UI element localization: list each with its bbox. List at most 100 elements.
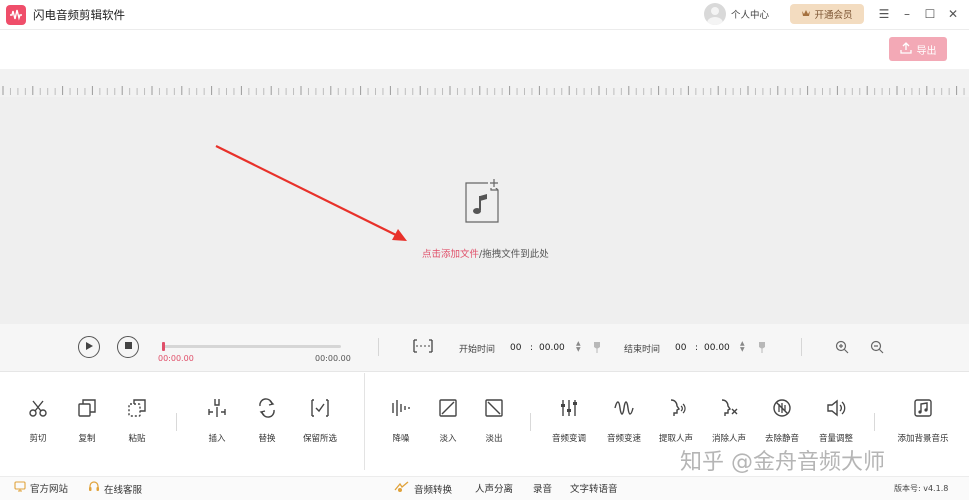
tool-label[interactable]: 淡出 xyxy=(485,432,502,444)
keep-selection-icon xyxy=(309,397,331,422)
record-label[interactable]: 录音 xyxy=(533,481,552,495)
website-icon xyxy=(14,481,26,495)
bg-music-icon xyxy=(912,397,934,422)
start-time-label: 开始时间 xyxy=(459,345,496,355)
fade-in-icon xyxy=(437,397,459,422)
tool-paste[interactable]: 粘贴 xyxy=(107,397,167,444)
start-minute-field[interactable]: 00 xyxy=(510,343,521,353)
zoom-out-icon[interactable] xyxy=(870,340,884,357)
copy-icon xyxy=(76,397,98,422)
start-second-field[interactable]: 00.00 xyxy=(539,343,565,353)
export-icon xyxy=(899,41,912,57)
paste-icon xyxy=(126,397,148,422)
watermark: 知乎 @金舟音频大师 xyxy=(680,450,885,475)
voice-separate-label[interactable]: 人声分离 xyxy=(475,481,513,495)
divider xyxy=(378,338,379,356)
insert-icon xyxy=(206,397,228,422)
tool-label[interactable]: 粘贴 xyxy=(128,432,145,444)
tool-label[interactable]: 音频变调 xyxy=(552,432,586,444)
tool-label[interactable]: 复制 xyxy=(78,432,95,444)
end-time-label: 结束时间 xyxy=(624,345,661,355)
tts-link[interactable]: 文字转语音 xyxy=(570,481,618,495)
tool-label[interactable]: 音量调整 xyxy=(819,432,853,444)
pitch-icon xyxy=(558,397,580,422)
divider xyxy=(874,413,875,431)
play-icon xyxy=(84,341,94,354)
tool-volume[interactable]: 音量调整 xyxy=(806,397,866,444)
end-minute-field[interactable]: 00 xyxy=(675,343,686,353)
tool-label[interactable]: 保留所选 xyxy=(303,432,337,444)
website-label[interactable]: 官方网站 xyxy=(30,481,68,495)
tool-label[interactable]: 替换 xyxy=(258,432,275,444)
tool-keep-selection[interactable]: 保留所选 xyxy=(290,397,350,444)
menu-icon[interactable]: ☰ xyxy=(876,6,892,22)
app-title: 闪电音频剪辑软件 xyxy=(33,8,125,22)
export-button[interactable]: 导出 xyxy=(889,37,947,61)
denoise-icon xyxy=(390,397,412,422)
vip-label[interactable]: 开通会员 xyxy=(814,7,852,21)
replace-icon xyxy=(256,397,278,422)
maximize-icon[interactable]: ☐ xyxy=(922,6,938,22)
app-logo-icon xyxy=(6,5,26,25)
record-link[interactable]: 录音 xyxy=(533,481,552,495)
tool-label[interactable]: 消除人声 xyxy=(712,432,746,444)
drop-hint: 点击添加文件/拖拽文件到此处 xyxy=(422,246,549,260)
tool-speed[interactable]: 音频变速 xyxy=(594,397,654,444)
divider xyxy=(176,413,177,431)
voice-separate-link[interactable]: 人声分离 xyxy=(475,481,513,495)
minimize-icon[interactable]: – xyxy=(899,6,915,22)
tool-label[interactable]: 音频变速 xyxy=(607,432,641,444)
tool-pitch[interactable]: 音频变调 xyxy=(539,397,599,444)
tool-remove-silence[interactable]: 去除静音 xyxy=(752,397,812,444)
user-center[interactable]: 个人中心 xyxy=(704,3,769,25)
scissors-icon xyxy=(27,397,49,422)
add-audio-file-icon[interactable] xyxy=(463,178,501,224)
extract-voice-icon xyxy=(665,397,687,422)
service-link[interactable]: 在线客服 xyxy=(88,481,142,496)
start-stepper[interactable]: ▲ ▼ xyxy=(576,341,581,353)
close-icon[interactable]: ✕ xyxy=(945,6,961,22)
tool-label[interactable]: 淡入 xyxy=(439,432,456,444)
fade-out-icon xyxy=(483,397,505,422)
end-pin-icon[interactable] xyxy=(758,341,766,356)
end-stepper[interactable]: ▲ ▼ xyxy=(740,341,745,353)
headset-icon xyxy=(88,481,100,496)
start-pin-icon[interactable] xyxy=(593,341,601,356)
tool-bg-music[interactable]: 添加背景音乐 xyxy=(893,397,953,444)
service-label[interactable]: 在线客服 xyxy=(104,482,142,496)
tts-label[interactable]: 文字转语音 xyxy=(570,481,618,495)
volume-icon xyxy=(825,397,847,422)
tool-label[interactable]: 降噪 xyxy=(392,432,409,444)
play-button[interactable] xyxy=(78,336,100,358)
drop-hint-rest: /拖拽文件到此处 xyxy=(479,249,549,260)
audio-convert-link[interactable]: 音频转换 xyxy=(394,481,452,496)
toolbar-panel-divider xyxy=(364,373,365,470)
website-link[interactable]: 官方网站 xyxy=(14,481,68,495)
tool-label[interactable]: 提取人声 xyxy=(659,432,693,444)
end-second-field[interactable]: 00.00 xyxy=(704,343,730,353)
zoom-in-icon[interactable] xyxy=(835,340,849,357)
tool-replace[interactable]: 替换 xyxy=(237,397,297,444)
avatar[interactable] xyxy=(704,3,726,25)
user-center-label[interactable]: 个人中心 xyxy=(731,7,769,21)
tool-label[interactable]: 去除静音 xyxy=(765,432,799,444)
speed-icon xyxy=(613,397,635,422)
tool-label[interactable]: 添加背景音乐 xyxy=(897,432,948,444)
audio-convert-label[interactable]: 音频转换 xyxy=(414,482,452,496)
tool-extract-voice[interactable]: 提取人声 xyxy=(646,397,706,444)
timeline-ruler[interactable] xyxy=(0,69,969,97)
tool-label[interactable]: 插入 xyxy=(208,432,225,444)
select-range-icon[interactable] xyxy=(413,339,433,356)
total-time: 00:00.00 xyxy=(315,354,351,363)
export-label[interactable]: 导出 xyxy=(917,42,937,57)
start-colon: : xyxy=(530,343,534,353)
version-label: 版本号: v4.1.8 xyxy=(894,484,949,493)
stop-button[interactable] xyxy=(117,336,139,358)
progress-handle[interactable] xyxy=(162,342,165,351)
add-file-link[interactable]: 点击添加文件 xyxy=(422,249,479,260)
tool-remove-voice[interactable]: 消除人声 xyxy=(699,397,759,444)
tool-fade-out[interactable]: 淡出 xyxy=(464,397,524,444)
progress-track[interactable] xyxy=(163,345,341,348)
vip-button[interactable]: 开通会员 xyxy=(790,4,864,24)
tool-label[interactable]: 剪切 xyxy=(29,432,46,444)
